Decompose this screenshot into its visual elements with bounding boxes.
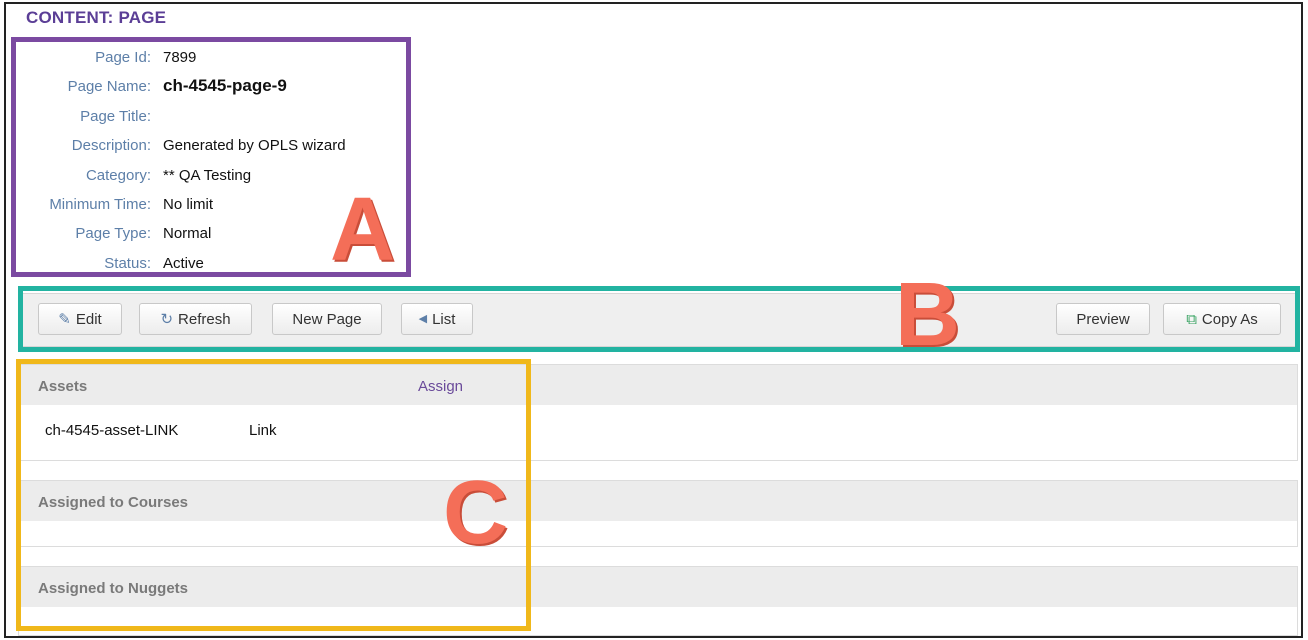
annotation-letter-b: B bbox=[895, 265, 960, 365]
annotation-letter-c: C bbox=[443, 463, 508, 563]
annotation-box-b bbox=[18, 286, 1300, 352]
annotation-letter-a: A bbox=[330, 180, 395, 280]
page-title: CONTENT: PAGE bbox=[26, 8, 167, 27]
